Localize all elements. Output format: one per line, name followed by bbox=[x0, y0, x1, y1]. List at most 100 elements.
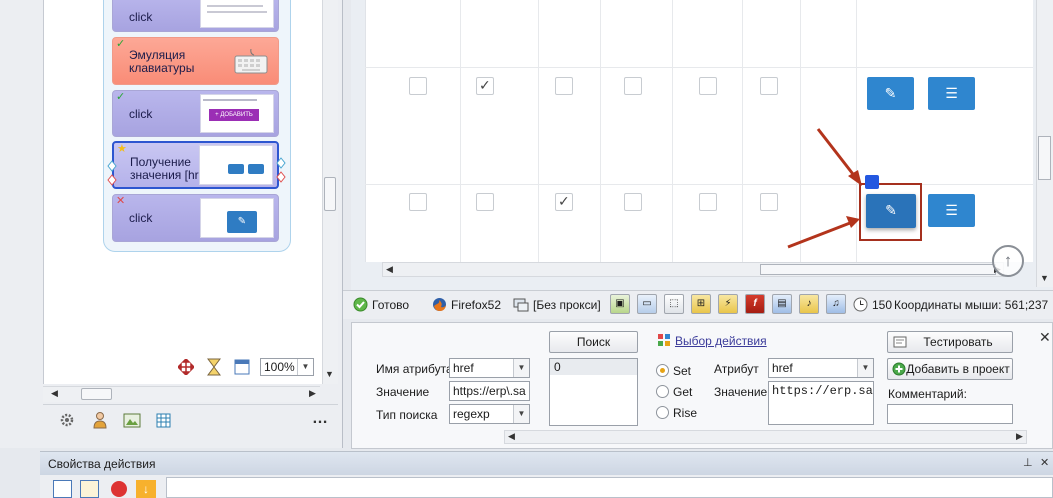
node-label: click bbox=[129, 211, 153, 225]
flash-tool-icon[interactable]: f bbox=[745, 294, 765, 314]
attribute-select[interactable]: href ▼ bbox=[768, 358, 874, 378]
search-type-select[interactable]: regexp ▼ bbox=[449, 404, 530, 424]
comment-input[interactable] bbox=[887, 404, 1013, 424]
more-icon[interactable]: … bbox=[312, 410, 329, 428]
value2-textarea[interactable]: https://erp.sa bbox=[768, 381, 874, 425]
table-checkbox[interactable] bbox=[409, 77, 427, 95]
table-grid-line bbox=[365, 184, 1033, 185]
bell-tool-icon[interactable]: ♪ bbox=[799, 294, 819, 314]
table-checkbox[interactable] bbox=[624, 77, 642, 95]
rise-radio[interactable] bbox=[656, 406, 669, 419]
chevron-down-icon[interactable]: ▼ bbox=[297, 359, 313, 375]
get-radio[interactable] bbox=[656, 385, 669, 398]
table-checkbox[interactable] bbox=[760, 77, 778, 95]
value-input[interactable]: https://erp\.sa bbox=[449, 381, 530, 401]
flow-node-click-3[interactable]: ✕ click ✎ bbox=[112, 194, 279, 242]
attribute-value: href bbox=[772, 361, 793, 375]
results-list[interactable]: 0 bbox=[549, 358, 638, 426]
flow-node-keyboard-emulation[interactable]: ✓ Эмуляция клавиатуры bbox=[112, 37, 279, 85]
lightning-tool-icon[interactable]: ⚡ bbox=[718, 294, 738, 314]
table-checkbox[interactable] bbox=[555, 77, 573, 95]
flow-node-click-2[interactable]: ✓ click + ДОБАВИТЬ ЗАПИСЬ bbox=[112, 90, 279, 137]
edit-icon: ✎ bbox=[884, 85, 897, 101]
action-panel-scrollbar[interactable] bbox=[504, 430, 1027, 444]
set-radio[interactable] bbox=[656, 364, 669, 377]
chevron-down-icon[interactable]: ▼ bbox=[857, 359, 873, 377]
scroll-down-icon[interactable]: ▼ bbox=[325, 369, 334, 379]
star-icon: ★ bbox=[117, 143, 127, 155]
timer-count: 150 bbox=[872, 298, 893, 312]
hourglass-icon[interactable] bbox=[207, 358, 221, 376]
table-checkbox[interactable] bbox=[476, 77, 494, 95]
close-icon[interactable]: ✕ bbox=[1039, 329, 1051, 346]
menu-button[interactable]: ☰ bbox=[928, 77, 975, 110]
thumb-add-record-button: + ДОБАВИТЬ ЗАПИСЬ bbox=[209, 109, 259, 130]
flow-node-get-value-href[interactable]: ★ Получение значения [href] bbox=[112, 141, 279, 189]
table-icon[interactable] bbox=[156, 413, 171, 428]
screenshot-tool-icon[interactable]: ▣ bbox=[610, 294, 630, 314]
properties-title: Свойства действия bbox=[48, 457, 156, 471]
search-type-value: regexp bbox=[453, 407, 490, 421]
table-checkbox[interactable] bbox=[409, 193, 427, 211]
search-button[interactable]: Поиск bbox=[549, 331, 638, 353]
set-radio-label: Set bbox=[673, 364, 692, 378]
scroll-right-icon[interactable]: ▶ bbox=[1016, 431, 1023, 442]
get-radio-label: Get bbox=[673, 385, 693, 399]
scroll-left-icon[interactable]: ◀ bbox=[508, 431, 515, 442]
edit-view-icon[interactable] bbox=[80, 480, 99, 498]
chevron-down-icon[interactable]: ▼ bbox=[513, 405, 529, 423]
music-tool-icon[interactable]: ♫ bbox=[826, 294, 846, 314]
rise-radio-label: Rise bbox=[673, 406, 698, 420]
table-checkbox[interactable] bbox=[555, 193, 573, 211]
value-label: Значение bbox=[376, 385, 430, 399]
table-checkbox[interactable] bbox=[624, 193, 642, 211]
scroll-to-top-button[interactable]: ↑ bbox=[992, 245, 1024, 277]
add-to-project-button[interactable]: Добавить в проект bbox=[887, 358, 1013, 380]
attr-name-select[interactable]: href ▼ bbox=[449, 358, 530, 378]
table-grid-line bbox=[742, 0, 743, 262]
firefox-icon bbox=[433, 298, 446, 311]
window-tool-icon[interactable]: ▭ bbox=[637, 294, 657, 314]
connector-out-icon[interactable] bbox=[276, 157, 286, 185]
node-thumbnail bbox=[199, 145, 273, 185]
properties-header bbox=[40, 451, 1053, 475]
stop-icon[interactable] bbox=[111, 481, 127, 497]
choose-action-link[interactable]: Выбор действия bbox=[675, 334, 767, 348]
scroll-left-icon[interactable]: ◀ bbox=[51, 388, 58, 399]
image-icon[interactable] bbox=[123, 413, 141, 428]
close-icon[interactable]: ✕ bbox=[1040, 456, 1049, 469]
edit-button[interactable]: ✎ bbox=[867, 77, 914, 110]
pin-icon[interactable]: ⊥ bbox=[1023, 456, 1033, 469]
move-icon[interactable] bbox=[178, 359, 194, 375]
user-icon[interactable] bbox=[92, 411, 108, 429]
window-icon[interactable] bbox=[234, 359, 250, 375]
scroll-right-icon[interactable]: ▶ bbox=[309, 388, 316, 399]
result-item[interactable]: 0 bbox=[550, 359, 637, 375]
annotation-arrows-icon bbox=[787, 128, 862, 249]
list-view-icon[interactable] bbox=[53, 480, 72, 498]
table-checkbox[interactable] bbox=[476, 193, 494, 211]
scroll-left-icon[interactable]: ◀ bbox=[386, 264, 393, 275]
choose-action-icon bbox=[658, 334, 670, 346]
page-horizontal-scroll-thumb[interactable] bbox=[760, 264, 996, 275]
test-button[interactable]: Тестировать bbox=[887, 331, 1013, 353]
arrow-down-icon[interactable]: ↓ bbox=[136, 480, 156, 498]
gear-icon[interactable] bbox=[59, 412, 75, 428]
ads-tool-icon[interactable]: ⊞ bbox=[691, 294, 711, 314]
properties-content[interactable] bbox=[166, 477, 1053, 498]
flow-vertical-scroll-thumb[interactable] bbox=[324, 177, 336, 211]
chevron-down-icon[interactable]: ▼ bbox=[513, 359, 529, 377]
table-checkbox[interactable] bbox=[699, 77, 717, 95]
browser-vertical-scroll-thumb[interactable] bbox=[1038, 136, 1051, 180]
flow-node-click-1[interactable]: click bbox=[112, 0, 279, 32]
scroll-down-icon[interactable]: ▼ bbox=[1040, 273, 1049, 283]
monitor-tool-icon[interactable]: ▤ bbox=[772, 294, 792, 314]
menu-button[interactable]: ☰ bbox=[928, 194, 975, 227]
table-checkbox[interactable] bbox=[699, 193, 717, 211]
comment-label: Комментарий: bbox=[888, 387, 967, 401]
value2-label: Значение bbox=[714, 385, 768, 399]
select-tool-icon[interactable]: ⬚ bbox=[664, 294, 684, 314]
project-toolbar bbox=[43, 404, 338, 442]
success-check-icon: ✓ bbox=[116, 91, 126, 103]
flow-horizontal-scroll-thumb[interactable] bbox=[81, 388, 112, 400]
